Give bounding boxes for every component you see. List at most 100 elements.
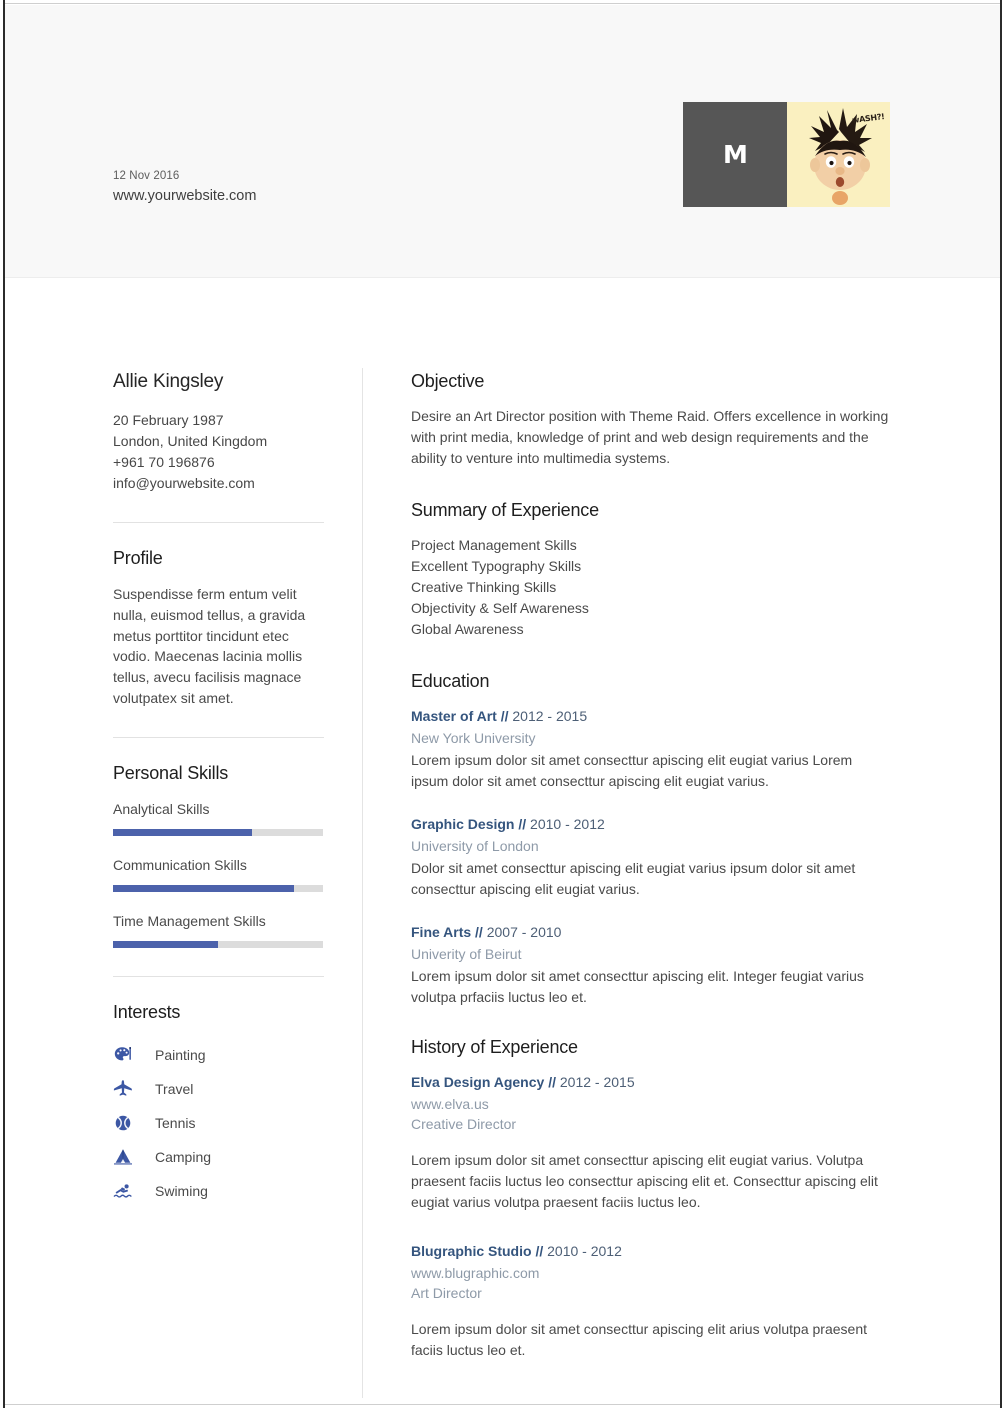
contact-phone[interactable]: +961 70 196876 — [113, 452, 324, 473]
education-description: Dolor sit amet consecttur apiscing elit … — [411, 859, 856, 897]
skill-bar-fill — [113, 884, 294, 892]
divider-after-profile — [113, 736, 324, 738]
education-description: Lorem ipsum dolor sit amet consecttur ap… — [411, 967, 864, 1005]
logo-mark: M — [683, 102, 787, 207]
main-column: Objective Desire an Art Director positio… — [411, 370, 889, 1361]
summary-item: Creative Thinking Skills — [411, 578, 557, 595]
experience-dates: 2010 - 2012 — [547, 1242, 622, 1259]
section-title-profile: Profile — [113, 548, 163, 568]
section-title-summary: Summary of Experience — [411, 500, 599, 520]
skill-item: Analytical Skills — [113, 799, 324, 836]
contact-email[interactable]: info@yourwebsite.com — [113, 473, 324, 494]
interest-item-painting: Painting — [113, 1038, 324, 1072]
education-entry: Fine Arts // 2007 - 2010 Univerity of Be… — [411, 922, 889, 1008]
experience-website[interactable]: www.blugraphic.com — [411, 1263, 889, 1283]
interest-item-camping: Camping — [113, 1140, 324, 1174]
resume-page: 12 Nov 2016 www.yourwebsite.com M wASH?!… — [0, 0, 1006, 1408]
experience-website[interactable]: www.elva.us — [411, 1094, 889, 1114]
experience-description: Lorem ipsum dolor sit amet consecttur ap… — [411, 1320, 867, 1358]
section-title-education: Education — [411, 670, 490, 691]
interest-item-travel: Travel — [113, 1072, 324, 1106]
experience-role: Art Director — [411, 1284, 482, 1301]
tennis-ball-icon — [113, 1113, 143, 1133]
experience-company: Blugraphic Studio // — [411, 1242, 544, 1259]
profile-text: Suspendisse ferm entum velit nulla, euis… — [113, 586, 306, 706]
section-title-history: History of Experience — [411, 1036, 578, 1057]
page-border-right — [1000, 0, 1002, 1408]
experience-company: Elva Design Agency // — [411, 1073, 556, 1090]
education-degree: Graphic Design // — [411, 815, 527, 832]
experience-entry: Blugraphic Studio // 2010 - 2012 www.blu… — [411, 1241, 889, 1361]
page-border-bottom — [5, 1404, 1000, 1405]
experience-entry: Elva Design Agency // 2012 - 2015 www.el… — [411, 1072, 889, 1213]
skill-label-time-management: Time Management Skills — [113, 912, 266, 929]
education-dates: 2007 - 2010 — [486, 923, 562, 940]
objective-text: Desire an Art Director position with The… — [411, 408, 889, 466]
experience-dates: 2012 - 2015 — [559, 1073, 635, 1090]
skill-item: Time Management Skills — [113, 911, 324, 948]
interest-item-swimming: Swiming — [113, 1174, 324, 1208]
contact-block: 20 February 1987 London, United Kingdom … — [113, 410, 324, 494]
education-entry: Graphic Design // 2010 - 2012 University… — [411, 814, 889, 900]
skill-label-communication: Communication Skills — [113, 856, 247, 873]
experience-role: Creative Director — [411, 1115, 517, 1132]
section-history-of-experience: History of Experience Elva Design Agency… — [411, 1036, 889, 1361]
logo-letter: M — [723, 140, 748, 169]
page-border-top — [5, 3, 1000, 4]
education-institution: New York University — [411, 729, 536, 746]
section-title-objective: Objective — [411, 371, 485, 391]
interest-label: Tennis — [155, 1114, 196, 1131]
skill-bar-communication — [113, 884, 323, 892]
education-degree: Master of Art // — [411, 707, 509, 724]
interest-label: Swiming — [155, 1182, 208, 1199]
summary-item: Excellent Typography Skills — [411, 557, 582, 574]
education-entry: Master of Art // 2012 - 2015 New York Un… — [411, 706, 889, 792]
education-dates: 2012 - 2015 — [512, 707, 588, 724]
contact-birthdate: 20 February 1987 — [113, 412, 224, 428]
palette-icon — [113, 1045, 143, 1065]
profile-photo: wASH?! — [787, 102, 890, 207]
swimmer-icon — [113, 1181, 143, 1201]
interest-label: Travel — [155, 1080, 194, 1097]
header-date: 12 Nov 2016 — [113, 170, 180, 182]
education-entry-head: Master of Art // 2012 - 2015 — [411, 706, 889, 727]
section-objective: Objective Desire an Art Director positio… — [411, 370, 889, 469]
education-entry-head: Graphic Design // 2010 - 2012 — [411, 814, 889, 835]
tent-icon — [113, 1147, 143, 1167]
sidebar-column: Allie Kingsley 20 February 1987 London, … — [113, 370, 324, 1208]
divider-after-skills — [113, 975, 324, 977]
skill-bar-time-management — [113, 940, 323, 948]
header-meta: 12 Nov 2016 www.yourwebsite.com — [113, 168, 256, 207]
education-degree: Fine Arts // — [411, 923, 483, 940]
skill-bar-fill — [113, 828, 252, 836]
experience-description: Lorem ipsum dolor sit amet consecttur ap… — [411, 1151, 878, 1210]
section-title-personal-skills: Personal Skills — [113, 762, 229, 783]
header-website[interactable]: www.yourwebsite.com — [113, 186, 256, 207]
interest-item-tennis: Tennis — [113, 1106, 324, 1140]
education-dates: 2010 - 2012 — [530, 815, 605, 832]
experience-entry-head: Blugraphic Studio // 2010 - 2012 — [411, 1241, 889, 1262]
header-logo-block: M wASH?! — [683, 102, 890, 207]
skill-bar-fill — [113, 940, 218, 948]
education-institution: University of London — [411, 837, 539, 854]
section-title-interests: Interests — [113, 1001, 181, 1022]
education-institution: Univerity of Beirut — [411, 945, 522, 962]
summary-item: Global Awareness — [411, 620, 524, 637]
section-education: Education Master of Art // 2012 - 2015 N… — [411, 670, 889, 1008]
candidate-name: Allie Kingsley — [113, 371, 224, 392]
education-description: Lorem ipsum dolor sit amet consecttur ap… — [411, 751, 853, 789]
experience-entry-head: Elva Design Agency // 2012 - 2015 — [411, 1072, 889, 1093]
contact-location: London, United Kingdom — [113, 433, 268, 449]
skill-bar-analytical — [113, 828, 323, 836]
airplane-icon — [113, 1079, 143, 1099]
skill-label-analytical: Analytical Skills — [113, 800, 210, 817]
summary-item: Objectivity & Self Awareness — [411, 599, 589, 616]
interest-label: Camping — [155, 1148, 212, 1165]
interest-label: Painting — [155, 1046, 206, 1063]
divider-after-contact — [113, 522, 324, 523]
summary-item: Project Management Skills — [411, 537, 577, 553]
education-entry-head: Fine Arts // 2007 - 2010 — [411, 922, 889, 943]
skill-item: Communication Skills — [113, 855, 324, 892]
column-divider — [362, 368, 363, 1398]
section-summary-of-experience: Summary of Experience Project Management… — [411, 499, 889, 640]
